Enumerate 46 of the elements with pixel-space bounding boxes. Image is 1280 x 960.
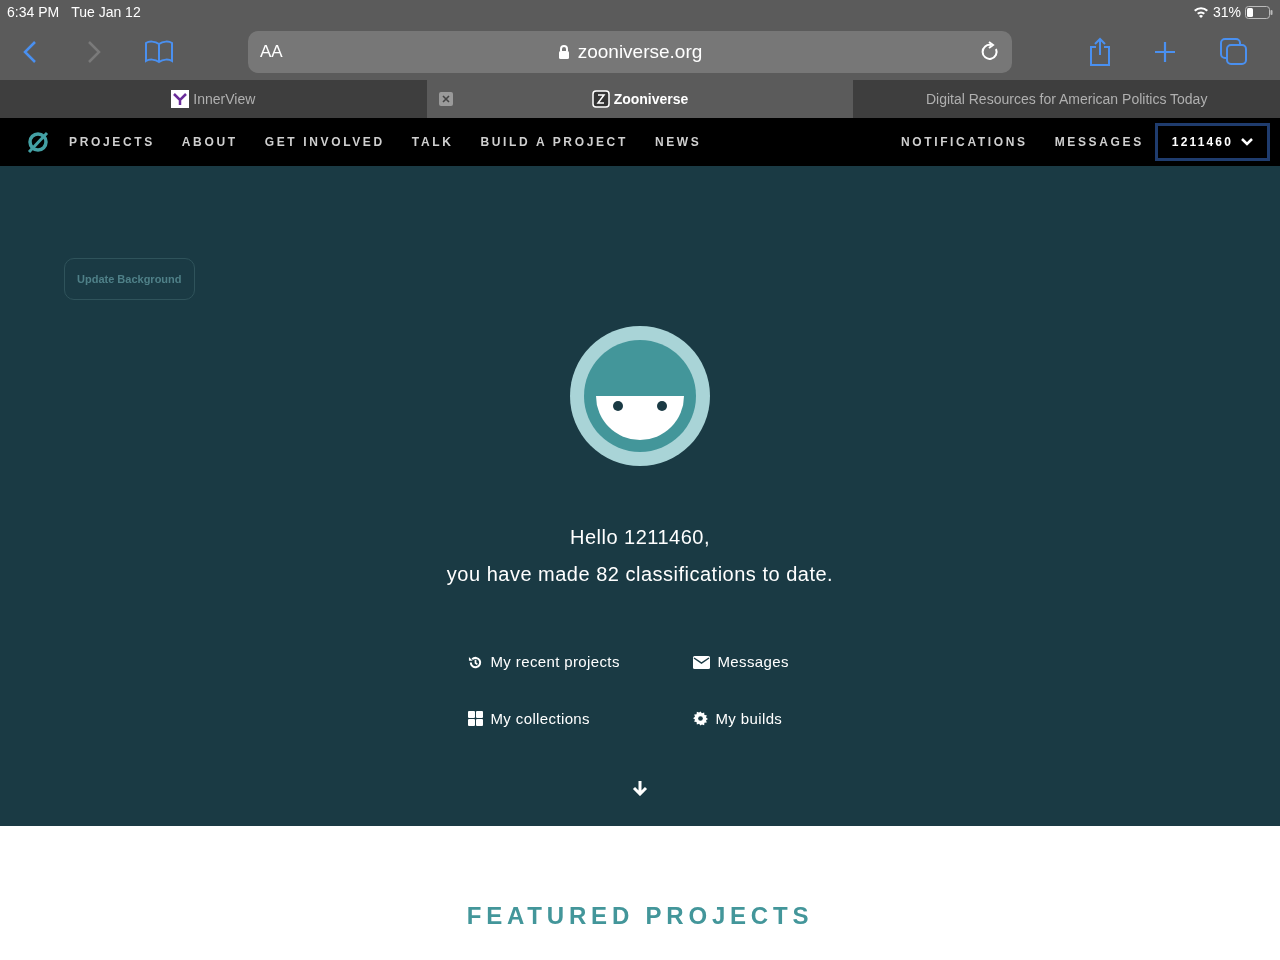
favicon-icon: [591, 90, 610, 108]
address-text[interactable]: zooniverse.org: [577, 37, 703, 67]
plus-icon[interactable]: [1154, 41, 1176, 63]
caret-icon: [1241, 138, 1253, 146]
lock-icon: [557, 44, 570, 60]
back-icon[interactable]: [22, 40, 38, 64]
nav-link[interactable]: NOTIFICATIONS: [900, 133, 1028, 151]
account-link[interactable]: Messages: [692, 651, 813, 674]
nav-link[interactable]: GET INVOLVED: [264, 133, 385, 151]
nav-link[interactable]: ABOUT: [181, 133, 238, 151]
reader-button[interactable]: AA: [260, 39, 283, 65]
gear-icon: [692, 711, 708, 727]
tab-title: Digital Resources for American Politics Today: [925, 89, 1208, 109]
battery-percent: 31%: [1212, 2, 1241, 22]
share-icon[interactable]: [1088, 37, 1112, 67]
nav-link[interactable]: MESSAGES: [1054, 133, 1144, 151]
greeting-text: Hello 1211460,: [569, 525, 711, 550]
classification-summary: you have made 82 classifications to date.: [446, 562, 834, 587]
logo-icon[interactable]: [27, 131, 49, 153]
wifi-icon: [1192, 6, 1209, 18]
tabs-icon[interactable]: [1220, 38, 1248, 66]
browser-tab[interactable]: Zooniverse: [426, 80, 854, 118]
status-time: 6:34 PM: [7, 2, 60, 22]
avatar-icon: [570, 326, 710, 466]
nav-link[interactable]: BUILD A PROJECT: [480, 133, 628, 151]
tab-title: Zooniverse: [613, 89, 689, 109]
close-icon[interactable]: [438, 92, 453, 106]
reload-icon[interactable]: [980, 41, 1000, 63]
account-link[interactable]: My recent projects: [467, 651, 693, 674]
nav-link[interactable]: PROJECTS: [69, 133, 155, 151]
user-menu-button[interactable]: 1211460: [1154, 123, 1270, 161]
nav-link[interactable]: TALK: [411, 133, 454, 151]
envelope-icon: [692, 655, 710, 669]
history-icon: [467, 654, 483, 670]
battery-icon: [1245, 5, 1273, 19]
nav-link[interactable]: NEWS: [654, 133, 702, 151]
status-date: Tue Jan 12: [71, 2, 141, 22]
favicon-icon: [171, 90, 190, 108]
account-link[interactable]: My builds: [692, 707, 813, 730]
book-icon[interactable]: [144, 40, 174, 64]
account-link[interactable]: My collections: [467, 707, 693, 730]
tab-title: InnerView: [193, 89, 256, 109]
down-arrow-icon[interactable]: [632, 780, 648, 796]
forward-icon[interactable]: [86, 40, 102, 64]
section-heading: FEATURED PROJECTS: [466, 901, 814, 931]
grid-icon: [467, 711, 483, 727]
